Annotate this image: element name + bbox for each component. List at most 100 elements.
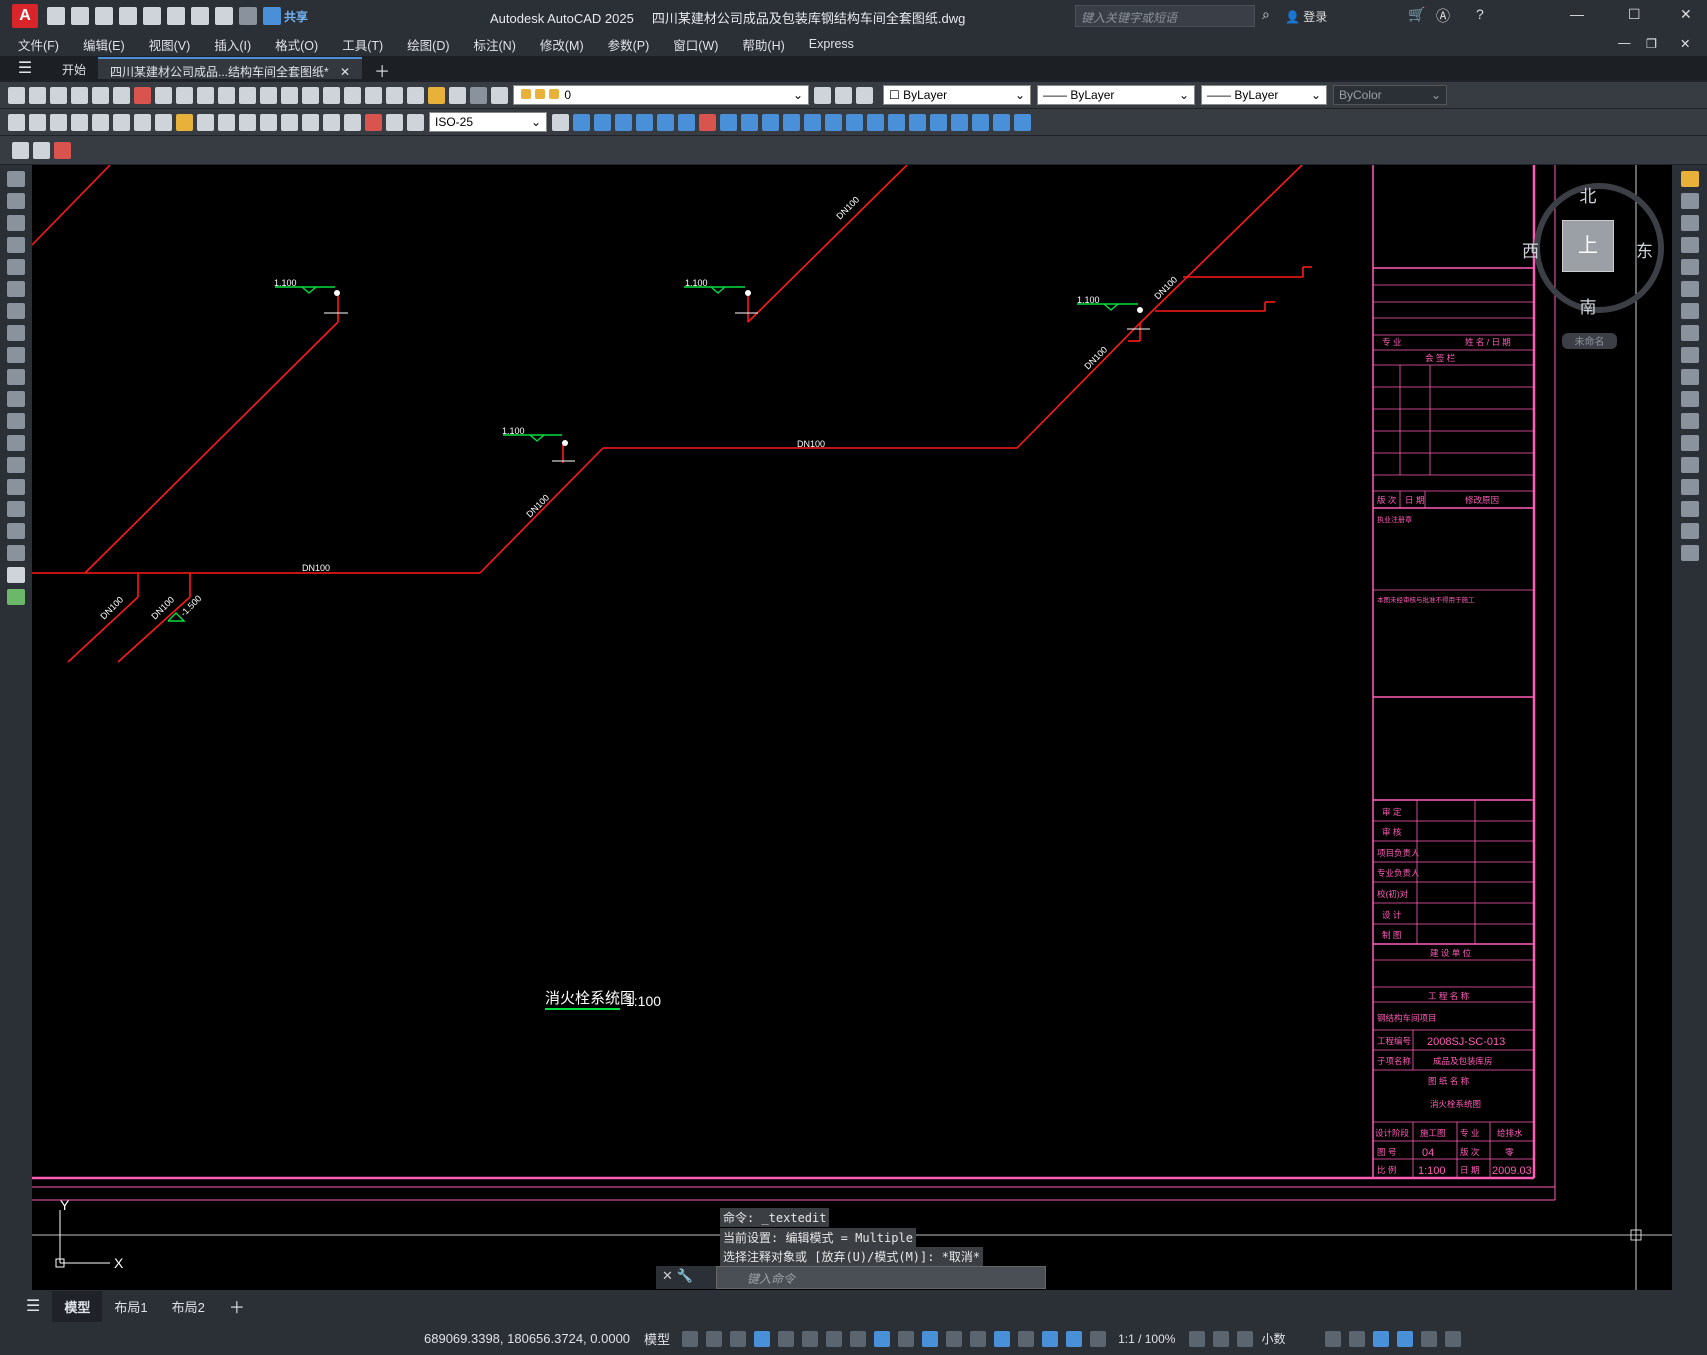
modify-array-icon[interactable] xyxy=(657,113,674,131)
trim-icon[interactable] xyxy=(1680,369,1699,385)
break-at-point-icon[interactable] xyxy=(1680,413,1699,429)
dim-ordinate-icon[interactable] xyxy=(71,113,88,131)
infer-constraints-icon[interactable] xyxy=(730,1330,747,1347)
save-icon[interactable] xyxy=(95,7,113,25)
tab-close-icon[interactable]: ✕ xyxy=(340,65,350,79)
tb-sheetset-icon[interactable] xyxy=(428,86,445,104)
lock-ui-icon[interactable] xyxy=(1349,1330,1366,1347)
new-tab-icon[interactable]: ＋ xyxy=(362,57,402,81)
autodesk-icon[interactable]: Ⓐ xyxy=(1436,6,1450,26)
tb-zoom-realtime-icon[interactable] xyxy=(302,86,319,104)
menu-express[interactable]: Express xyxy=(809,37,854,51)
revcloud-icon[interactable] xyxy=(7,325,25,341)
dynamic-ucs-icon[interactable] xyxy=(994,1330,1011,1347)
mirror-icon[interactable] xyxy=(1680,215,1699,231)
snap-icon[interactable] xyxy=(706,1330,723,1347)
scale-icon[interactable] xyxy=(1680,325,1699,341)
draworder-back-icon[interactable] xyxy=(951,113,968,131)
doc-minimize-icon[interactable]: — xyxy=(1618,36,1631,50)
blend-icon[interactable] xyxy=(1680,523,1699,539)
login-button[interactable]: 👤 登录 xyxy=(1285,8,1327,25)
add-selected-icon[interactable] xyxy=(7,589,25,605)
modify-offset-icon[interactable] xyxy=(636,113,653,131)
tb-help-icon[interactable] xyxy=(470,86,487,104)
ellipse-icon[interactable] xyxy=(7,369,25,385)
inspection-icon[interactable] xyxy=(323,113,340,131)
open-web-icon[interactable] xyxy=(143,7,161,25)
share-icon[interactable] xyxy=(263,7,281,25)
dim-jogged-icon[interactable] xyxy=(113,113,130,131)
clean-screen-icon[interactable] xyxy=(1421,1330,1438,1347)
tb-3dprint-icon[interactable] xyxy=(134,86,151,104)
viewcube-east[interactable]: 东 xyxy=(1636,237,1653,262)
grid-icon[interactable] xyxy=(682,1330,699,1347)
quick-properties-icon[interactable] xyxy=(1325,1330,1342,1347)
annotation-scale[interactable]: 1:1 / 100% xyxy=(1118,1332,1175,1346)
new-file-icon[interactable] xyxy=(47,7,65,25)
dim-radius-icon[interactable] xyxy=(92,113,109,131)
tb-new-icon[interactable] xyxy=(8,86,25,104)
menu-dimension[interactable]: 标注(N) xyxy=(474,35,516,54)
tb-layer-states-icon[interactable] xyxy=(856,86,873,104)
line-tool-icon[interactable] xyxy=(7,171,25,187)
isolate-objects-icon[interactable] xyxy=(1373,1330,1390,1347)
fillet-icon[interactable] xyxy=(1680,501,1699,517)
center-mark-icon[interactable] xyxy=(302,113,319,131)
tb-undo-icon[interactable] xyxy=(239,86,256,104)
rotate-icon[interactable] xyxy=(1680,303,1699,319)
ortho-icon[interactable] xyxy=(778,1330,795,1347)
drawing-canvas[interactable]: DN100 DN100 DN100 DN100 DN100 DN100 DN10… xyxy=(31,164,1672,1290)
draworder-above-icon[interactable] xyxy=(972,113,989,131)
dim-quick-icon[interactable] xyxy=(176,113,193,131)
tb-redo-icon[interactable] xyxy=(260,86,277,104)
menu-format[interactable]: 格式(O) xyxy=(275,35,318,54)
region-icon[interactable] xyxy=(7,523,25,539)
dim-aligned-icon[interactable] xyxy=(29,113,46,131)
customization-icon[interactable] xyxy=(1445,1330,1462,1347)
dim-linear-icon[interactable] xyxy=(8,113,25,131)
modify-copy-icon[interactable] xyxy=(594,113,611,131)
dim-text-edit-icon[interactable] xyxy=(386,113,403,131)
redo-icon[interactable] xyxy=(239,7,257,25)
modify-mirror-icon[interactable] xyxy=(615,113,632,131)
mtext-icon[interactable] xyxy=(7,567,25,583)
plot-icon[interactable] xyxy=(191,7,209,25)
draworder-icon[interactable] xyxy=(909,113,926,131)
draworder-front-icon[interactable] xyxy=(930,113,947,131)
viewcube-north[interactable]: 北 xyxy=(1580,182,1597,207)
draworder-below-icon[interactable] xyxy=(993,113,1010,131)
offset-icon[interactable] xyxy=(1680,237,1699,253)
explode-icon[interactable] xyxy=(1680,545,1699,561)
tb-properties-icon[interactable] xyxy=(365,86,382,104)
app-menu-icon[interactable]: ☰ xyxy=(0,57,50,79)
dim-style-icon[interactable] xyxy=(552,113,569,131)
modify-erase-icon[interactable] xyxy=(573,113,590,131)
tb-save-icon[interactable] xyxy=(50,86,67,104)
dim-baseline-icon[interactable] xyxy=(197,113,214,131)
save-as-icon[interactable] xyxy=(119,7,137,25)
layer-dropdown[interactable]: 0 ⌄ xyxy=(513,85,809,105)
gizmo-icon[interactable] xyxy=(1042,1330,1059,1347)
stretch-icon[interactable] xyxy=(1680,347,1699,363)
tab-active-drawing[interactable]: 四川某建材公司成品...结构车间全套图纸* ✕ xyxy=(98,57,363,79)
text-style-icon[interactable] xyxy=(54,141,71,159)
tb-zoom-previous-icon[interactable] xyxy=(344,86,361,104)
chamfer-icon[interactable] xyxy=(1680,479,1699,495)
coordinates-readout[interactable]: 689069.3398, 180656.3724, 0.0000 xyxy=(424,1331,630,1346)
selection-cycling-icon[interactable] xyxy=(946,1330,963,1347)
tb-open-icon[interactable] xyxy=(29,86,46,104)
tb-cut-icon[interactable] xyxy=(155,86,172,104)
linetype-dropdown[interactable]: —— ByLayer ⌄ xyxy=(1037,85,1195,105)
tb-matchprop-icon[interactable] xyxy=(218,86,235,104)
doc-restore-icon[interactable]: ❐ xyxy=(1646,36,1657,51)
insert-block-icon[interactable] xyxy=(7,413,25,429)
cart-icon[interactable]: 🛒 xyxy=(1408,6,1425,23)
break-icon[interactable] xyxy=(1680,435,1699,451)
tb-layer-previous-icon[interactable] xyxy=(835,86,852,104)
polygon-icon[interactable] xyxy=(7,237,25,253)
dim-diameter-icon[interactable] xyxy=(134,113,151,131)
dim-arc-icon[interactable] xyxy=(50,113,67,131)
tb-plot-icon[interactable] xyxy=(71,86,88,104)
move-icon[interactable] xyxy=(1680,281,1699,297)
tab-layout1[interactable]: 布局1 xyxy=(102,1291,159,1322)
